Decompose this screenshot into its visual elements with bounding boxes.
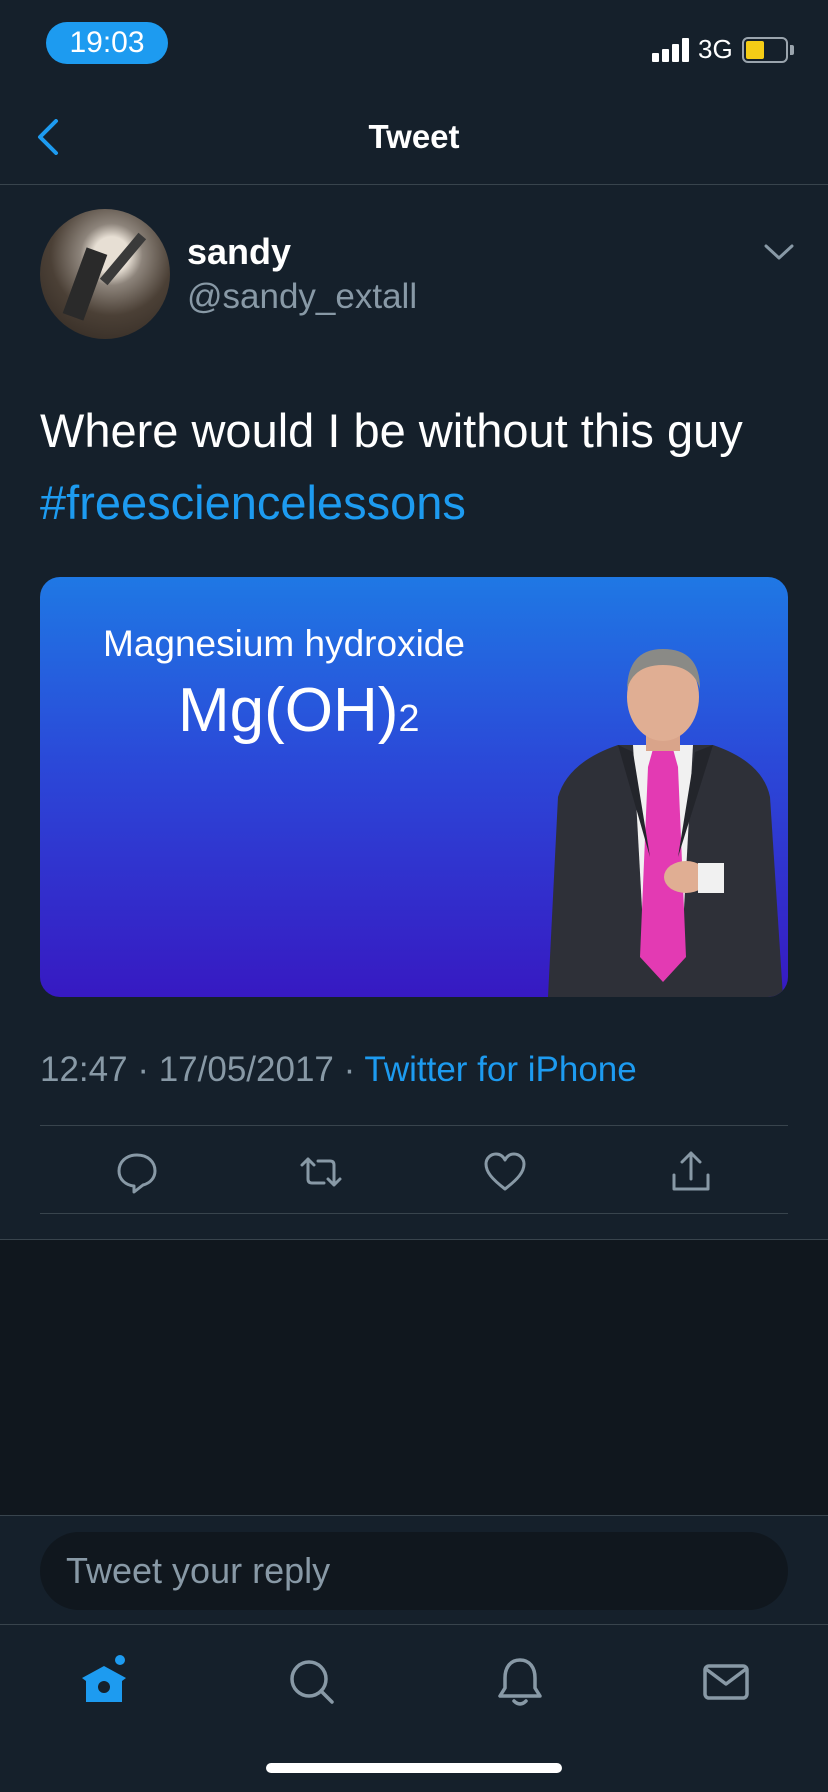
replies-area: [0, 1240, 828, 1515]
tweet-media[interactable]: Magnesium hydroxide Mg(OH)2: [40, 577, 788, 997]
battery-tip: [790, 45, 794, 55]
home-indicator[interactable]: [266, 1763, 562, 1773]
battery-icon: [742, 37, 788, 63]
messages-icon[interactable]: [696, 1652, 756, 1712]
divider: [40, 1213, 788, 1214]
tweet-text: Where would I be without this guy #frees…: [40, 395, 800, 539]
hashtag-link[interactable]: #freesciencelessons: [40, 467, 800, 539]
reply-input[interactable]: [40, 1532, 788, 1610]
media-title: Magnesium hydroxide: [103, 623, 465, 664]
like-icon[interactable]: [482, 1149, 528, 1195]
tweet-date: 17/05/2017: [158, 1050, 334, 1089]
media-formula: Mg(OH)2: [178, 675, 420, 746]
signal-strength-icon: [652, 38, 690, 62]
tweet-detail: sandy @sandy_extall Where would I be wit…: [0, 185, 828, 1240]
chevron-down-icon[interactable]: [762, 240, 796, 264]
meta-separator: ·: [137, 1050, 149, 1089]
meta-separator: ·: [343, 1050, 356, 1089]
tweet-body: Where would I be without this guy: [40, 404, 743, 457]
share-icon[interactable]: [668, 1149, 714, 1195]
nav-header: Tweet: [0, 90, 828, 185]
author-handle[interactable]: @sandy_extall: [187, 277, 417, 317]
tweet-meta: 12:47 · 17/05/2017 · Twitter for iPhone: [40, 1050, 637, 1090]
avatar[interactable]: [40, 209, 170, 339]
formula-main: Mg(OH): [178, 676, 399, 745]
network-type: 3G: [698, 34, 733, 64]
divider: [40, 1125, 788, 1126]
status-bar: 19:03 3G: [0, 0, 828, 90]
presenter-image: [548, 649, 783, 997]
status-time: 19:03: [46, 22, 168, 64]
reply-bar: [0, 1515, 828, 1625]
search-icon[interactable]: [282, 1652, 342, 1712]
page-title: Tweet: [368, 118, 460, 155]
tweet-source-link[interactable]: Twitter for iPhone: [364, 1050, 636, 1089]
formula-subscript: 2: [398, 698, 420, 740]
home-icon[interactable]: [74, 1652, 134, 1712]
notifications-icon[interactable]: [490, 1652, 550, 1712]
retweet-icon[interactable]: [298, 1149, 344, 1195]
tweet-actions: [40, 1127, 788, 1215]
author-name[interactable]: sandy: [187, 231, 291, 273]
tweet-time: 12:47: [40, 1050, 128, 1089]
reply-icon[interactable]: [114, 1149, 160, 1195]
